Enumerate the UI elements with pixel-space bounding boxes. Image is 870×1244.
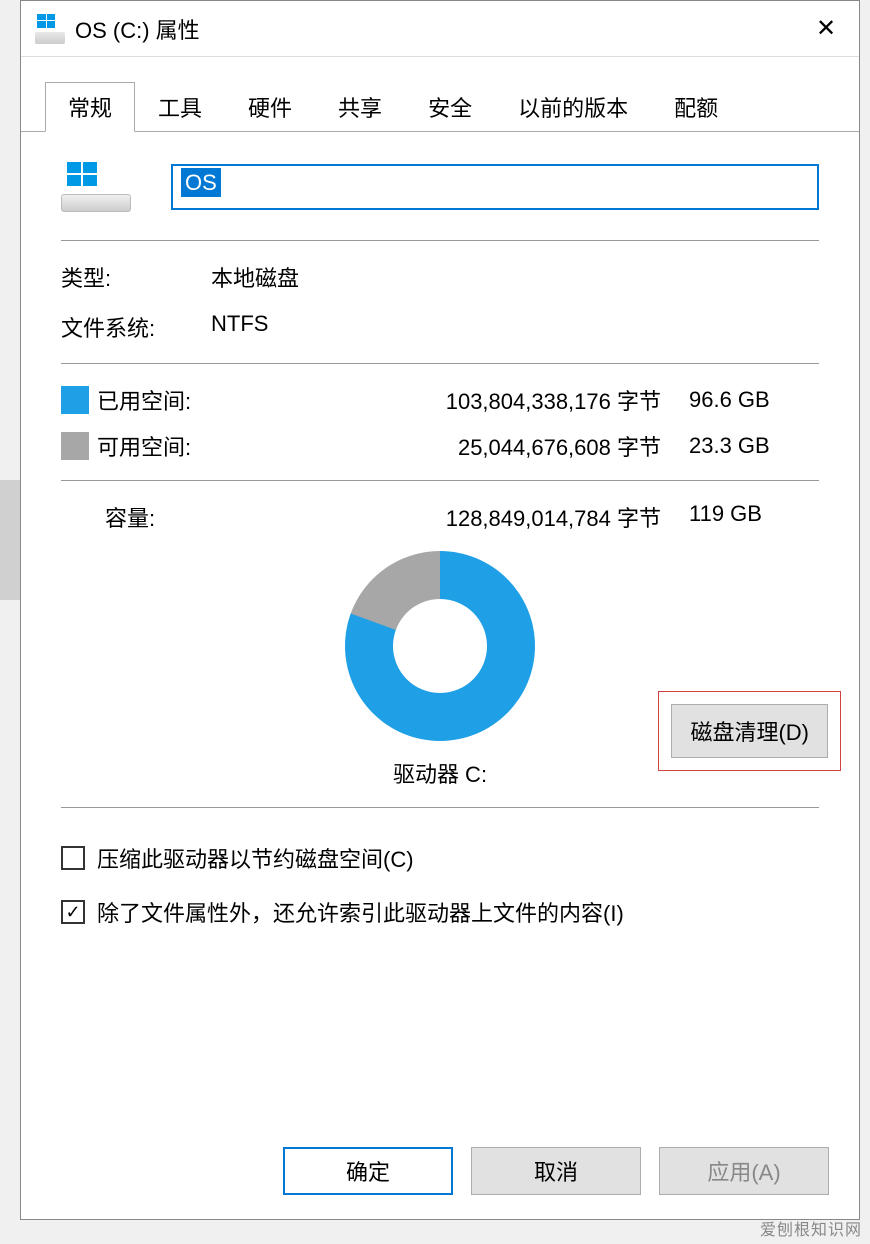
drive-name-input[interactable]: OS <box>171 164 819 210</box>
cancel-button[interactable]: 取消 <box>471 1147 641 1195</box>
free-swatch-icon <box>61 432 89 460</box>
space-usage: 已用空间: 103,804,338,176 字节 96.6 GB 可用空间: 2… <box>61 384 819 462</box>
filesystem-label: 文件系统: <box>61 311 211 343</box>
type-label: 类型: <box>61 261 211 293</box>
compress-option[interactable]: 压缩此驱动器以节约磁盘空间(C) <box>61 842 819 874</box>
dialog-footer: 确定 取消 应用(A) <box>21 1147 859 1219</box>
used-space-bytes: 103,804,338,176 字节 <box>247 384 689 416</box>
free-space-bytes: 25,044,676,608 字节 <box>247 430 689 462</box>
tab-content: OS 类型: 本地磁盘 文件系统: NTFS 已用空间: 103,804,338… <box>21 132 859 1147</box>
usage-donut-chart <box>345 551 535 741</box>
properties-dialog: OS (C:) 属性 ✕ 常规 工具 硬件 共享 安全 以前的版本 配额 OS … <box>20 0 860 1220</box>
tab-tools[interactable]: 工具 <box>135 82 225 132</box>
divider <box>61 363 819 364</box>
index-checkbox[interactable]: ✓ <box>61 900 85 924</box>
free-space-gb: 23.3 GB <box>689 433 819 459</box>
capacity-bytes: 128,849,014,784 字节 <box>247 501 689 533</box>
cleanup-highlight-box: 磁盘清理(D) <box>658 691 841 771</box>
capacity-row: 容量: 128,849,014,784 字节 119 GB <box>61 501 819 533</box>
usage-chart-area: 驱动器 C: 磁盘清理(D) <box>61 551 819 789</box>
type-value: 本地磁盘 <box>211 261 819 293</box>
index-label: 除了文件属性外，还允许索引此驱动器上文件的内容(I) <box>97 896 624 928</box>
tab-strip: 常规 工具 硬件 共享 安全 以前的版本 配额 <box>21 57 859 132</box>
tab-security[interactable]: 安全 <box>405 82 495 132</box>
divider <box>61 240 819 241</box>
tab-general[interactable]: 常规 <box>45 82 135 132</box>
tab-hardware[interactable]: 硬件 <box>225 82 315 132</box>
tab-quota[interactable]: 配额 <box>651 82 741 132</box>
tab-previous-versions[interactable]: 以前的版本 <box>495 82 651 132</box>
divider <box>61 807 819 808</box>
compress-label: 压缩此驱动器以节约磁盘空间(C) <box>97 842 414 874</box>
background-sliver <box>0 480 20 600</box>
capacity-gb: 119 GB <box>689 501 819 533</box>
chart-drive-label: 驱动器 C: <box>393 757 487 789</box>
drive-info: 类型: 本地磁盘 文件系统: NTFS <box>61 261 819 343</box>
index-option[interactable]: ✓ 除了文件属性外，还允许索引此驱动器上文件的内容(I) <box>61 896 819 928</box>
free-space-label: 可用空间: <box>97 430 247 462</box>
disk-cleanup-button[interactable]: 磁盘清理(D) <box>671 704 828 758</box>
drive-name-row: OS <box>61 162 819 212</box>
close-icon: ✕ <box>816 14 836 43</box>
divider <box>61 480 819 481</box>
drive-large-icon <box>61 162 131 212</box>
ok-button[interactable]: 确定 <box>283 1147 453 1195</box>
compress-checkbox[interactable] <box>61 846 85 870</box>
filesystem-value: NTFS <box>211 311 819 343</box>
titlebar: OS (C:) 属性 ✕ <box>21 1 859 57</box>
used-space-gb: 96.6 GB <box>689 387 819 413</box>
tab-sharing[interactable]: 共享 <box>315 82 405 132</box>
capacity-label: 容量: <box>61 501 247 533</box>
close-button[interactable]: ✕ <box>801 9 851 49</box>
window-title: OS (C:) 属性 <box>75 13 801 45</box>
watermark-text: 爱刨根知识网 <box>760 1216 862 1240</box>
apply-button[interactable]: 应用(A) <box>659 1147 829 1195</box>
used-space-label: 已用空间: <box>97 384 247 416</box>
drive-icon <box>35 14 65 44</box>
used-swatch-icon <box>61 386 89 414</box>
drive-name-value: OS <box>181 168 221 197</box>
options-area: 压缩此驱动器以节约磁盘空间(C) ✓ 除了文件属性外，还允许索引此驱动器上文件的… <box>61 842 819 928</box>
